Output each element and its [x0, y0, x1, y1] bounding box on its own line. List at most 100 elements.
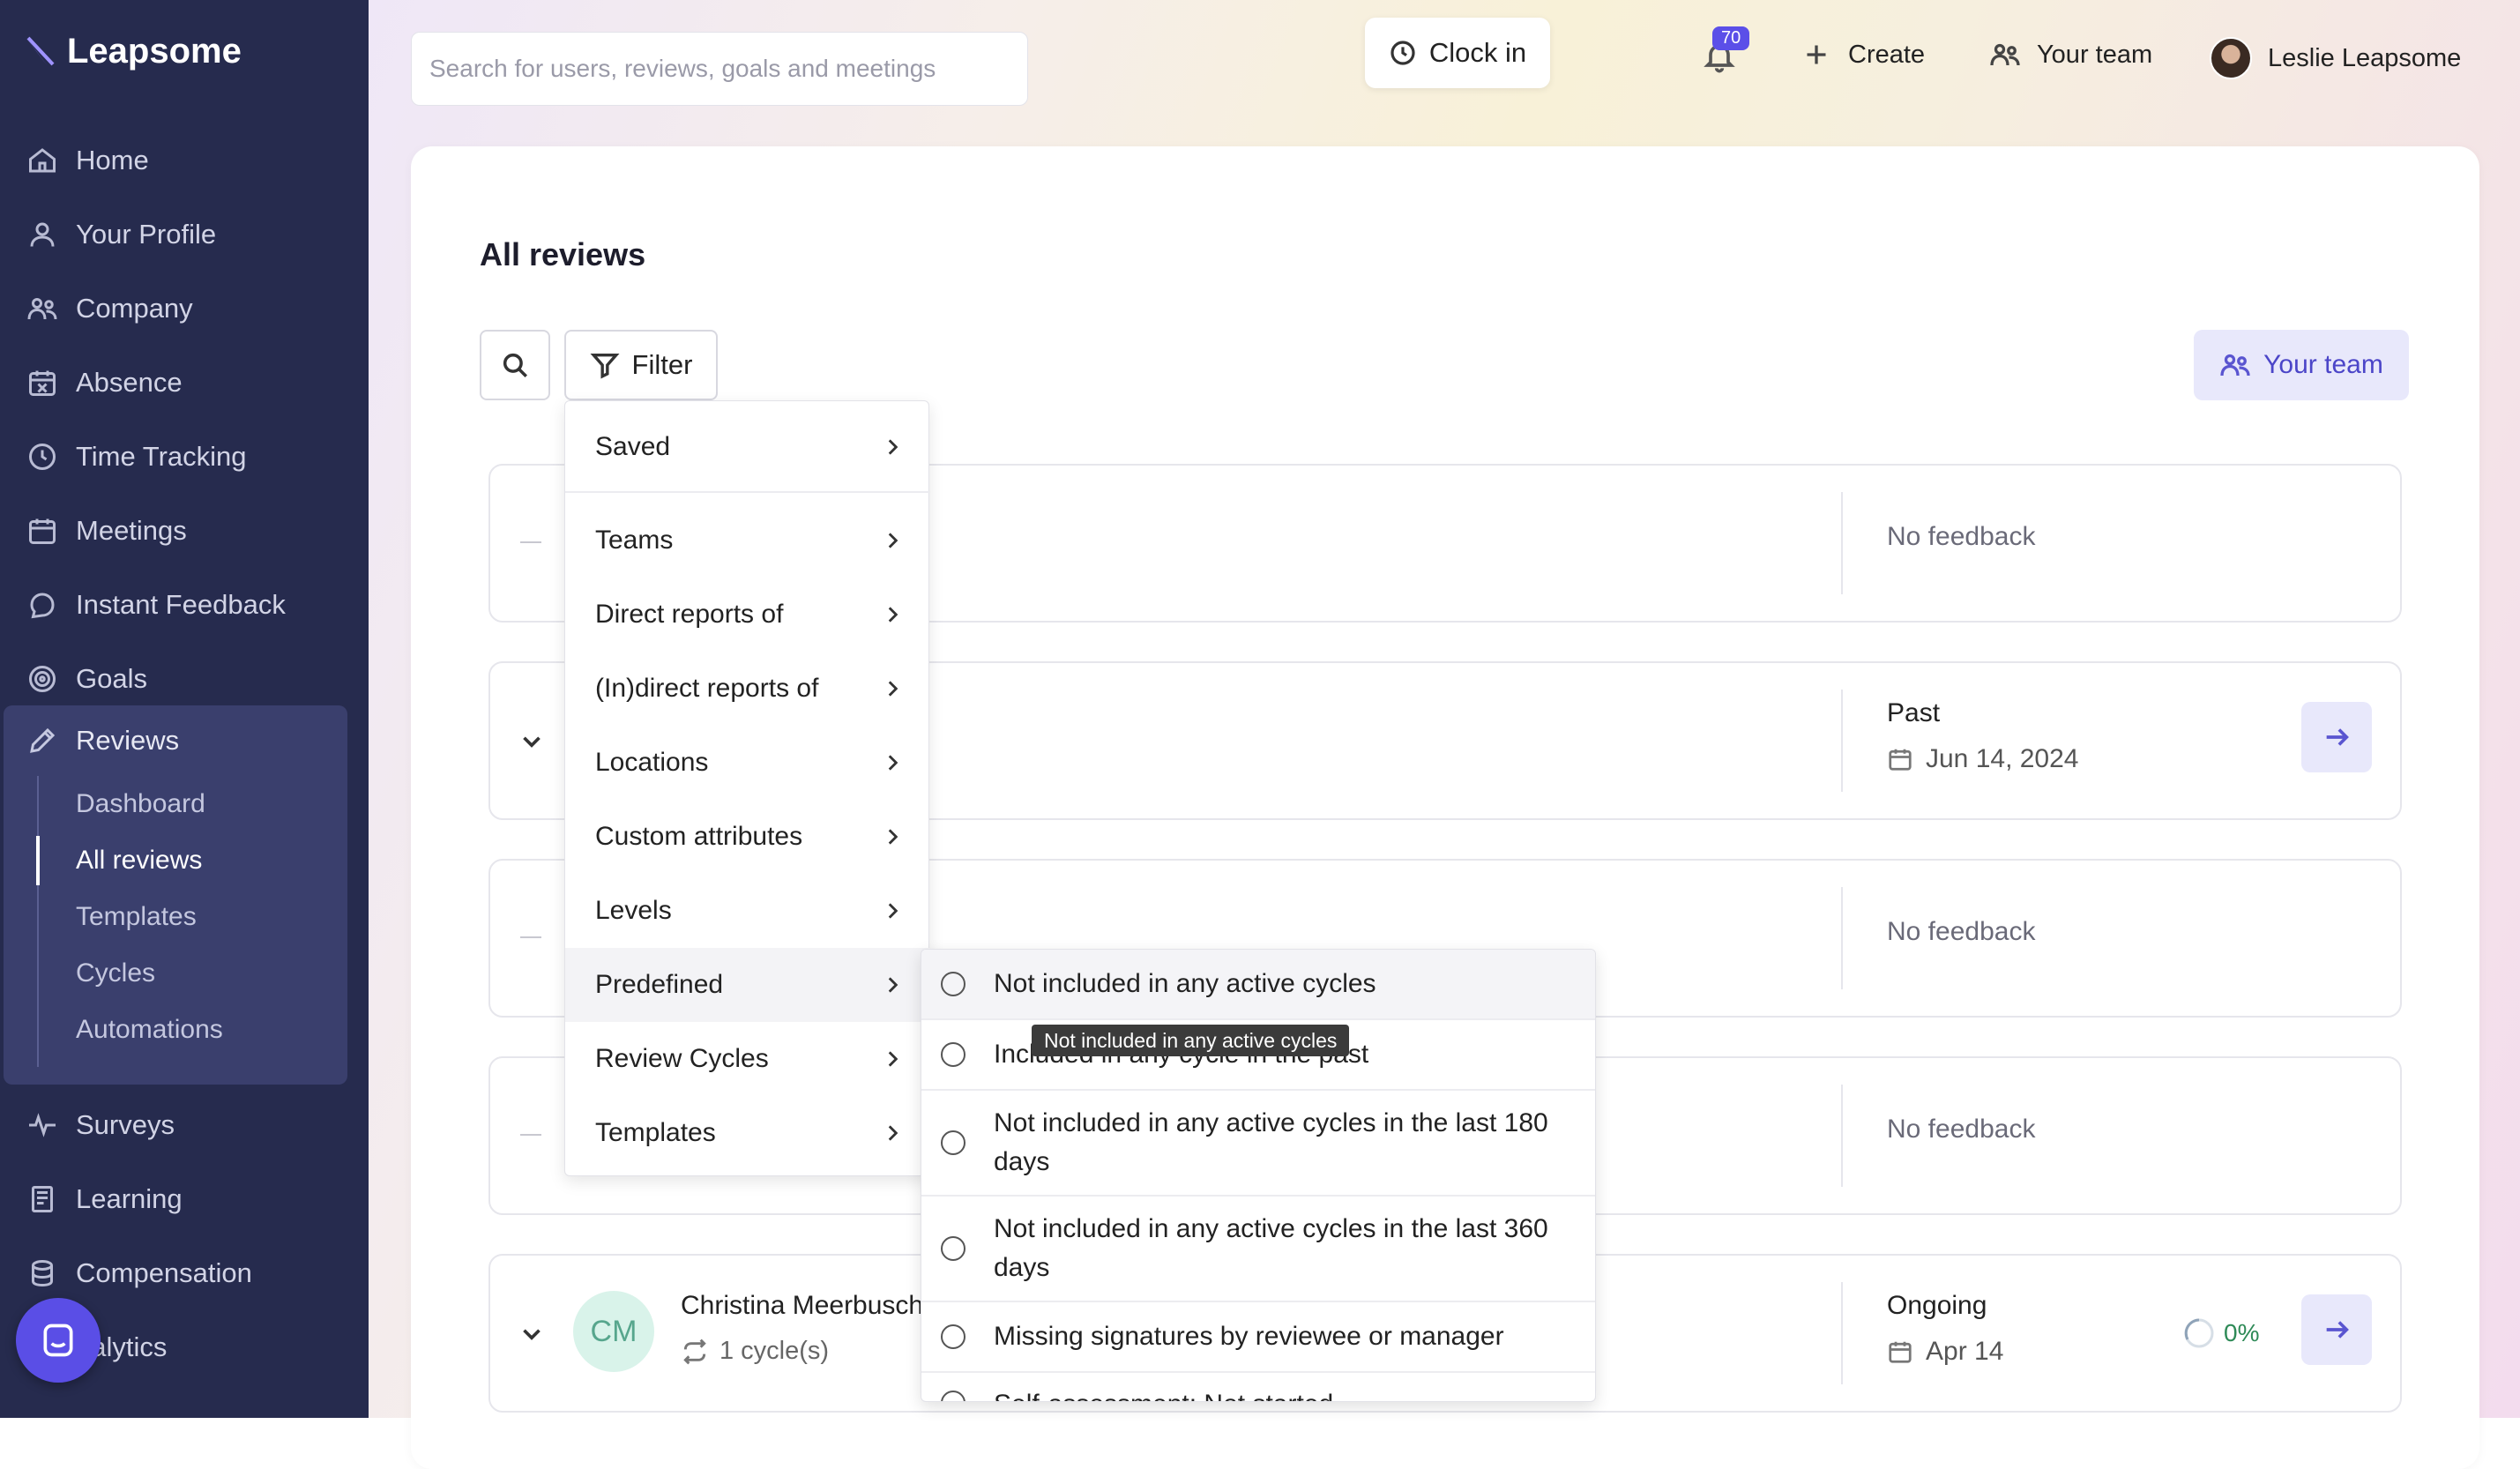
pencil-icon	[30, 727, 56, 753]
chevron-down-icon	[523, 736, 541, 748]
chevron-right-icon	[888, 533, 898, 548]
chat-bubble-icon	[43, 1324, 73, 1357]
search-button[interactable]	[480, 330, 550, 400]
predefined-option[interactable]: Missing signatures by reviewee or manage…	[921, 1302, 1595, 1373]
sidebar-subitem-dashboard[interactable]: Dashboard	[39, 776, 223, 832]
sidebar-item-home[interactable]: Home	[0, 123, 369, 198]
predefined-option[interactable]: Not included in any active cycles in the…	[921, 1197, 1595, 1302]
filter-label: Filter	[631, 349, 693, 380]
calendar-x-icon	[29, 370, 56, 396]
radio-button[interactable]	[941, 972, 966, 996]
menu-item-label: Predefined	[595, 970, 724, 999]
open-review-button[interactable]	[2301, 702, 2372, 772]
sidebar-item-meetings[interactable]: Meetings	[0, 494, 369, 568]
leapsome-logo[interactable]: Leapsome	[21, 32, 242, 71]
chevron-right-icon	[888, 607, 898, 623]
chevron-right-icon	[888, 1051, 898, 1067]
sidebar-item-label: Your Profile	[76, 219, 217, 250]
notification-count-badge: 70	[1712, 26, 1750, 50]
sidebar-item-learning[interactable]: Learning	[0, 1162, 369, 1236]
sidebar-item-your-profile[interactable]: Your Profile	[0, 198, 369, 272]
radio-button[interactable]	[941, 1236, 966, 1261]
radio-button[interactable]	[941, 1130, 966, 1155]
option-label: Missing signatures by reviewee or manage…	[994, 1322, 1504, 1351]
expand-button[interactable]	[517, 1319, 547, 1353]
filter-menu-saved[interactable]: Saved	[565, 410, 930, 484]
pulse-icon	[29, 1113, 56, 1137]
sidebar-item-instant-feedback[interactable]: Instant Feedback	[0, 568, 369, 642]
search-placeholder: Search for users, reviews, goals and mee…	[429, 55, 936, 82]
create-button[interactable]: Create	[1801, 39, 1925, 71]
chevron-right-icon	[888, 903, 898, 919]
filter-menu-direct-reports[interactable]: Direct reports of	[565, 578, 930, 652]
chevron-right-icon	[888, 755, 898, 771]
divider	[1841, 1085, 1843, 1187]
create-label: Create	[1848, 40, 1926, 69]
global-search-input[interactable]: Search for users, reviews, goals and mee…	[411, 32, 1028, 106]
predefined-option[interactable]: Not included in any active cycles in the…	[921, 1091, 1595, 1197]
menu-item-label: Direct reports of	[595, 600, 784, 629]
menu-divider	[565, 491, 930, 493]
option-label: Not included in any active cycles in the…	[994, 1108, 1548, 1176]
menu-item-label: Review Cycles	[595, 1044, 769, 1073]
clock-in-button[interactable]: Clock in	[1365, 18, 1550, 88]
sidebar-item-time-tracking[interactable]: Time Tracking	[0, 420, 369, 494]
sidebar-subitem-cycles[interactable]: Cycles	[39, 945, 223, 1002]
filter-menu-indirect-reports[interactable]: (In)direct reports of	[565, 652, 930, 726]
feedback-status: No feedback	[1887, 1115, 2036, 1144]
review-date: Jun 14, 2024	[1887, 744, 2078, 774]
open-review-button[interactable]	[2301, 1294, 2372, 1365]
divider	[1841, 492, 1843, 594]
radio-button[interactable]	[941, 1391, 966, 1401]
radio-button[interactable]	[941, 1324, 966, 1349]
people-icon	[27, 298, 57, 320]
review-status: Ongoing	[1887, 1291, 1987, 1320]
sidebar-item-company[interactable]: Company	[0, 272, 369, 346]
chevron-right-icon	[888, 439, 898, 455]
sidebar-item-absence[interactable]: Absence	[0, 346, 369, 420]
filter-menu-locations[interactable]: Locations	[565, 726, 930, 800]
sidebar-item-label: Compensation	[76, 1257, 252, 1288]
reviewee-name[interactable]: Christina Meerbusch	[681, 1291, 923, 1321]
user-menu[interactable]: Leslie Leapsome	[2210, 37, 2461, 79]
team-icon	[1990, 43, 2020, 66]
predefined-option[interactable]: Not included in any active cycles	[921, 950, 1595, 1020]
collapse-dash	[520, 936, 541, 938]
option-label: Not included in any active cycles in the…	[994, 1214, 1548, 1282]
sidebar-item-reviews[interactable]: Reviews	[4, 705, 347, 776]
sidebar-subitem-automations[interactable]: Automations	[39, 1002, 223, 1058]
sidebar-item-surveys[interactable]: Surveys	[0, 1088, 369, 1162]
predefined-option[interactable]: Self-assessment: Not started	[921, 1373, 1595, 1401]
filter-menu-templates[interactable]: Templates	[565, 1096, 930, 1170]
chevron-right-icon	[888, 681, 898, 697]
your-team-link[interactable]: Your team	[1989, 39, 2152, 71]
your-team-label: Your team	[2037, 40, 2153, 69]
your-team-button[interactable]: Your team	[2194, 330, 2409, 400]
cycle-count-text: 1 cycle(s)	[719, 1337, 830, 1365]
reviews-submenu: Dashboard All reviews Templates Cycles A…	[36, 776, 223, 1067]
filter-menu-teams[interactable]: Teams	[565, 503, 930, 578]
radio-button[interactable]	[941, 1042, 966, 1067]
menu-item-label: Levels	[595, 896, 672, 925]
collapse-dash	[520, 1134, 541, 1136]
target-icon	[29, 666, 56, 692]
filter-menu-review-cycles[interactable]: Review Cycles	[565, 1022, 930, 1096]
sidebar-subitem-templates[interactable]: Templates	[39, 889, 223, 945]
option-label: Not included in any active cycles	[994, 969, 1376, 998]
sidebar-nav: Home Your Profile Company Absence Time T…	[0, 123, 369, 716]
sidebar-item-label: Company	[76, 293, 193, 324]
expand-button[interactable]	[517, 727, 547, 761]
sidebar-reviews-group: Reviews Dashboard All reviews Templates …	[4, 705, 347, 1085]
filter-icon	[590, 353, 620, 379]
filter-menu-custom-attributes[interactable]: Custom attributes	[565, 800, 930, 874]
cycle-count: 1 cycle(s)	[681, 1337, 829, 1366]
progress-indicator: 0%	[2181, 1316, 2259, 1351]
filter-menu-levels[interactable]: Levels	[565, 874, 930, 948]
filter-button[interactable]: Filter	[564, 330, 718, 400]
sidebar-item-label: Instant Feedback	[76, 589, 286, 620]
sidebar-subitem-all-reviews[interactable]: All reviews	[36, 832, 223, 889]
support-chat-button[interactable]	[16, 1298, 101, 1383]
filter-menu-predefined[interactable]: Predefined	[565, 948, 930, 1022]
sidebar-item-label: Home	[76, 145, 149, 175]
brand-name: Leapsome	[67, 32, 242, 71]
